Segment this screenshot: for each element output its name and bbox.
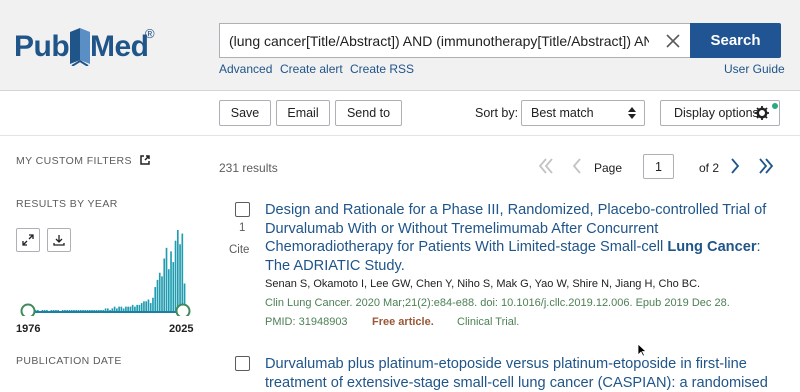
my-custom-filters-heading[interactable]: MY CUSTOM FILTERS — [16, 155, 150, 167]
sort-by-label: Sort by: — [475, 106, 518, 120]
histogram-bar — [150, 303, 152, 312]
highlight-term: Lung Cancer — [667, 239, 756, 255]
advanced-link[interactable]: Advanced — [219, 62, 272, 76]
pubmed-logo[interactable]: Pub Med ® — [14, 22, 164, 70]
result-1-authors: Senan S, Okamoto I, Lee GW, Chen Y, Niho… — [265, 278, 700, 290]
email-button[interactable]: Email — [276, 100, 330, 126]
title-line: The ADRIATIC Study. — [265, 257, 785, 276]
display-options-button[interactable]: Display options — [660, 100, 780, 126]
histogram-bar — [170, 251, 172, 312]
title-line: Durvalumab plus platinum-etoposide versu… — [265, 355, 785, 374]
histogram-bar — [154, 287, 156, 312]
page-total: of 2 — [699, 161, 719, 175]
year-slider-end-handle[interactable] — [177, 305, 190, 317]
histogram-bar — [148, 300, 150, 312]
display-options-indicator — [772, 103, 778, 109]
year-range-start: 1976 — [16, 323, 40, 335]
clear-search-button[interactable] — [655, 23, 691, 58]
title-line: Chemoradiotherapy for Patients With Limi… — [265, 238, 785, 257]
results-by-year-histogram[interactable] — [16, 226, 198, 316]
sort-select[interactable]: Best match — [521, 100, 645, 126]
result-1-cite-button[interactable]: Cite — [229, 244, 249, 256]
logo-text-med: Med — [90, 30, 149, 64]
histogram-bar — [168, 269, 170, 312]
histogram-bar — [157, 280, 159, 312]
header: Pub Med ® (lung cancer[Title/Abstract]) … — [0, 0, 800, 91]
results-count: 231 results — [219, 161, 278, 175]
sort-arrows-icon — [628, 106, 636, 120]
search-input[interactable]: (lung cancer[Title/Abstract]) AND (immun… — [219, 23, 689, 58]
result-2-title-link[interactable]: Durvalumab plus platinum-etoposide versu… — [265, 355, 785, 392]
mouse-cursor-icon — [637, 343, 647, 357]
last-page-icon[interactable] — [758, 157, 774, 175]
result-1-citation: Clin Lung Cancer. 2020 Mar;21(2):e84-e88… — [265, 297, 730, 309]
result-1-free-article-badge: Free article. — [372, 316, 434, 328]
logo-registered: ® — [145, 26, 155, 41]
histogram-bar — [179, 244, 181, 312]
search-button[interactable]: Search — [690, 23, 781, 58]
next-page-icon[interactable] — [729, 157, 741, 175]
histogram-bar — [139, 305, 141, 312]
save-button[interactable]: Save — [219, 100, 271, 126]
send-to-button[interactable]: Send to — [335, 100, 402, 126]
external-link-icon — [140, 155, 150, 165]
histogram-bar — [152, 298, 154, 312]
search-query-text[interactable]: (lung cancer[Title/Abstract]) AND (immun… — [229, 33, 649, 49]
create-rss-link[interactable]: Create RSS — [350, 62, 414, 76]
my-custom-filters-label: MY CUSTOM FILTERS — [16, 155, 132, 167]
histogram-bar — [132, 305, 134, 312]
page-number-input[interactable]: 1 — [643, 154, 674, 179]
histogram-bar — [161, 276, 163, 312]
first-page-icon[interactable] — [538, 157, 554, 175]
title-line: Durvalumab With or Without Tremelimumab … — [265, 220, 785, 239]
close-icon — [666, 34, 680, 48]
result-2-checkbox[interactable] — [235, 356, 250, 371]
histogram-bar — [172, 262, 174, 312]
histogram-bar — [175, 241, 177, 312]
toolbar-divider — [0, 135, 800, 136]
histogram-bar — [163, 259, 165, 312]
create-alert-link[interactable]: Create alert — [280, 62, 343, 76]
user-guide-link[interactable]: User Guide — [724, 62, 785, 76]
histogram-bar — [177, 230, 179, 312]
histogram-bar — [159, 273, 161, 312]
title-line: treatment of extensive-stage small-cell … — [265, 374, 785, 392]
histogram-bar — [143, 301, 145, 312]
results-by-year-heading: RESULTS BY YEAR — [16, 198, 118, 210]
histogram-bar — [181, 234, 183, 312]
result-1-publication-type: Clinical Trial. — [457, 316, 519, 328]
year-slider-start-handle[interactable] — [22, 305, 35, 317]
logo-book-icon — [68, 26, 92, 66]
logo-text-pub: Pub — [14, 30, 69, 64]
previous-page-icon[interactable] — [571, 157, 583, 175]
page-label: Page — [594, 161, 622, 175]
result-1-title-link[interactable]: Design and Rationale for a Phase III, Ra… — [265, 201, 785, 275]
result-1-checkbox[interactable] — [235, 202, 250, 217]
histogram-bar — [145, 301, 147, 312]
sort-select-value: Best match — [531, 106, 594, 120]
title-line: Design and Rationale for a Phase III, Ra… — [265, 201, 785, 220]
gear-icon — [755, 106, 769, 120]
result-1-number: 1 — [239, 222, 245, 234]
display-options-label: Display options — [674, 106, 759, 120]
year-range-end: 2025 — [169, 323, 193, 335]
publication-date-heading: PUBLICATION DATE — [16, 355, 122, 367]
histogram-bar — [136, 305, 138, 312]
histogram-bar — [166, 248, 168, 312]
histogram-bar — [141, 303, 143, 312]
result-1-pmid: PMID: 31948903 — [265, 316, 348, 328]
